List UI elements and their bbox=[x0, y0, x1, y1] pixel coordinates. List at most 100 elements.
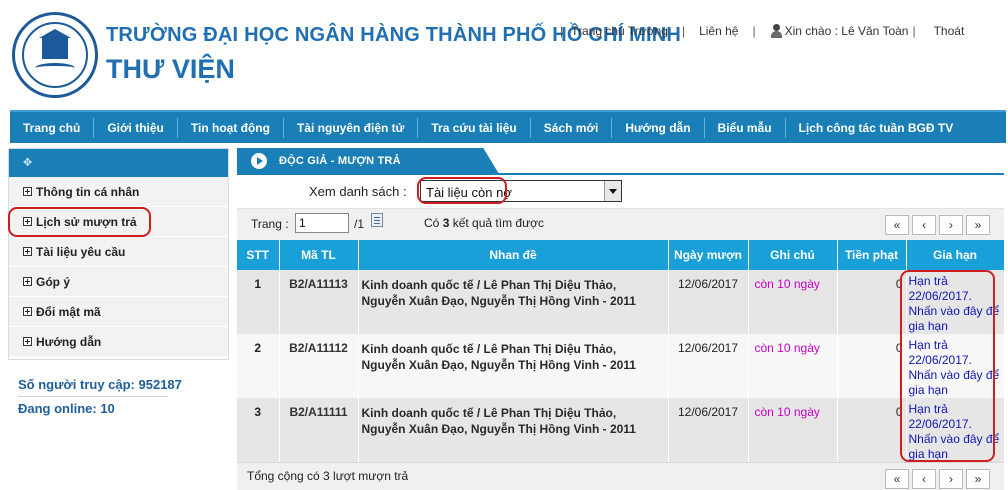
header-ma-tl: Mã TL bbox=[279, 240, 359, 270]
nav-about[interactable]: Giới thiệu bbox=[94, 117, 178, 138]
expand-icon bbox=[23, 337, 32, 346]
pager-buttons: « ‹ › » bbox=[882, 215, 990, 235]
nav-guide[interactable]: Hướng dẫn bbox=[612, 117, 705, 138]
link-separator: | bbox=[681, 24, 686, 38]
nav-search[interactable]: Tra cứu tài liệu bbox=[418, 117, 531, 138]
result-suffix: kết quả tìm được bbox=[449, 216, 544, 230]
stats-divider bbox=[18, 396, 168, 397]
expand-icon bbox=[23, 247, 32, 256]
page-number-input[interactable]: 1 bbox=[295, 213, 349, 233]
sidebar-item-label: Đổi mật mã bbox=[36, 304, 101, 319]
header-ngay-muon: Ngày mượn bbox=[668, 240, 749, 270]
cell-ngay-muon: 12/06/2017 bbox=[668, 334, 749, 398]
go-page-icon[interactable] bbox=[371, 213, 383, 227]
cell-stt: 3 bbox=[237, 398, 280, 462]
pager-row: Trang : 1 /1 Có 3 kết quả tìm được « ‹ ›… bbox=[237, 208, 1004, 240]
highlight-borrow-history bbox=[8, 207, 151, 237]
filter-label: Xem danh sách : bbox=[309, 184, 407, 199]
table-footer: Tổng cộng có 3 lượt mượn trả « ‹ › » bbox=[237, 462, 1004, 490]
university-logo[interactable] bbox=[12, 12, 98, 98]
cell-stt: 1 bbox=[237, 270, 280, 334]
sidebar-item-label: Hướng dẫn bbox=[36, 334, 102, 349]
sidebar-item-label: Góp ý bbox=[36, 274, 71, 289]
page-label: Trang : bbox=[251, 217, 289, 231]
site-header: TRƯỜNG ĐẠI HỌC NGÂN HÀNG THÀNH PHỐ HỒ CH… bbox=[0, 0, 1008, 108]
cell-tien-phat: 0 bbox=[837, 398, 907, 462]
first-page-button[interactable]: « bbox=[885, 469, 909, 489]
header-ghi-chu: Ghi chú bbox=[748, 240, 838, 270]
cell-ngay-muon: 12/06/2017 bbox=[668, 398, 749, 462]
result-count-text: Có 3 kết quả tìm được bbox=[424, 216, 544, 230]
logo-book bbox=[35, 63, 75, 73]
loan-table: STT Mã TL Nhan đề Ngày mượn Ghi chú Tiền… bbox=[237, 240, 1005, 462]
header-gia-han: Gia hạn bbox=[906, 240, 1005, 270]
user-greeting: Xin chào : Lê Văn Toàn bbox=[784, 24, 909, 38]
next-page-button[interactable]: › bbox=[939, 469, 963, 489]
result-prefix: Có bbox=[424, 216, 443, 230]
panel-tab: ĐỘC GIẢ - MƯỢN TRẢ bbox=[237, 148, 499, 174]
library-title: THƯ VIỆN bbox=[106, 54, 235, 84]
link-separator: | bbox=[752, 24, 756, 38]
nav-weekly-schedule[interactable]: Lịch công tác tuần BGĐ TV bbox=[786, 118, 967, 138]
filter-row: Xem danh sách : Tài liệu còn nợ bbox=[237, 176, 1004, 208]
prev-page-button[interactable]: ‹ bbox=[912, 469, 936, 489]
nav-forms[interactable]: Biểu mẫu bbox=[705, 117, 786, 138]
expand-icon bbox=[23, 277, 32, 286]
link-separator: | bbox=[560, 24, 564, 38]
cell-nhan-de: Kinh doanh quốc tế / Lê Phan Thị Diệu Th… bbox=[358, 270, 669, 334]
sidebar-item-help[interactable]: Hướng dẫn bbox=[9, 327, 228, 357]
link-separator: | bbox=[912, 24, 916, 38]
sidebar-item-feedback[interactable]: Góp ý bbox=[9, 267, 228, 297]
chevron-down-icon[interactable] bbox=[604, 181, 621, 201]
panel-underline bbox=[237, 173, 1004, 175]
cell-tien-phat: 0 bbox=[837, 270, 907, 334]
header-nhan-de: Nhan đề bbox=[358, 240, 669, 270]
cell-ma-tl: B2/A11111 bbox=[279, 398, 359, 462]
link-university-home[interactable]: Trang chủ Trường bbox=[571, 24, 668, 38]
header-stt: STT bbox=[237, 240, 280, 270]
top-links: | Trang chủ Trường | Liên hệ | Xin chào … bbox=[560, 22, 964, 40]
table-row: 2 B2/A11112 Kinh doanh quốc tế / Lê Phan… bbox=[237, 334, 1005, 398]
visitor-count: Số người truy cập: 952187 bbox=[18, 377, 182, 392]
link-contact[interactable]: Liên hệ bbox=[699, 24, 738, 38]
visitor-stats: Số người truy cập: 952187 Đang online: 1… bbox=[18, 374, 218, 420]
user-icon bbox=[770, 24, 783, 38]
highlight-renew-column bbox=[900, 270, 995, 462]
panel-title: ĐỘC GIẢ - MƯỢN TRẢ bbox=[279, 155, 401, 167]
nav-e-resources[interactable]: Tài nguyên điện tử bbox=[284, 117, 419, 138]
total-loans-text: Tổng cộng có 3 lượt mượn trả bbox=[247, 469, 409, 483]
nav-new-books[interactable]: Sách mới bbox=[531, 117, 613, 138]
prev-page-button[interactable]: ‹ bbox=[912, 215, 936, 235]
page-total: /1 bbox=[354, 217, 365, 231]
cell-ghi-chu: còn 10 ngày bbox=[748, 270, 838, 334]
cell-ma-tl: B2/A11112 bbox=[279, 334, 359, 398]
main-panel: ĐỘC GIẢ - MƯỢN TRẢ Xem danh sách : Tài l… bbox=[237, 148, 1005, 490]
pager-buttons-bottom: « ‹ › » bbox=[882, 469, 990, 489]
play-circle-icon bbox=[251, 153, 267, 169]
sidebar-item-label: Thông tin cá nhân bbox=[36, 184, 140, 199]
sidebar-item-change-password[interactable]: Đổi mật mã bbox=[9, 297, 228, 327]
sidebar-item-personal-info[interactable]: Thông tin cá nhân bbox=[9, 177, 228, 207]
expand-icon bbox=[23, 307, 32, 316]
sidebar-header: ✥ bbox=[9, 149, 228, 177]
sidebar-item-label: Tài liệu yêu cầu bbox=[36, 244, 126, 259]
next-page-button[interactable]: › bbox=[939, 215, 963, 235]
last-page-button[interactable]: » bbox=[966, 215, 990, 235]
first-page-button[interactable]: « bbox=[885, 215, 909, 235]
logout-link[interactable]: Thoát bbox=[934, 24, 965, 38]
cell-ma-tl: B2/A11113 bbox=[279, 270, 359, 334]
last-page-button[interactable]: » bbox=[966, 469, 990, 489]
cell-ghi-chu: còn 10 ngày bbox=[748, 334, 838, 398]
sidebar-item-requested-docs[interactable]: Tài liệu yêu cầu bbox=[9, 237, 228, 267]
move-icon: ✥ bbox=[23, 157, 33, 169]
nav-news[interactable]: Tin hoạt động bbox=[178, 117, 284, 138]
cell-nhan-de: Kinh doanh quốc tế / Lê Phan Thị Diệu Th… bbox=[358, 398, 669, 462]
sidebar: ✥ Thông tin cá nhân Lịch sử mượn trả Tài… bbox=[8, 148, 229, 360]
cell-tien-phat: 0 bbox=[837, 334, 907, 398]
cell-stt: 2 bbox=[237, 334, 280, 398]
nav-home[interactable]: Trang chủ bbox=[10, 117, 95, 138]
logo-building bbox=[42, 37, 68, 59]
expand-icon bbox=[23, 187, 32, 196]
online-count: Đang online: 10 bbox=[18, 401, 115, 416]
cell-nhan-de: Kinh doanh quốc tế / Lê Phan Thị Diệu Th… bbox=[358, 334, 669, 398]
